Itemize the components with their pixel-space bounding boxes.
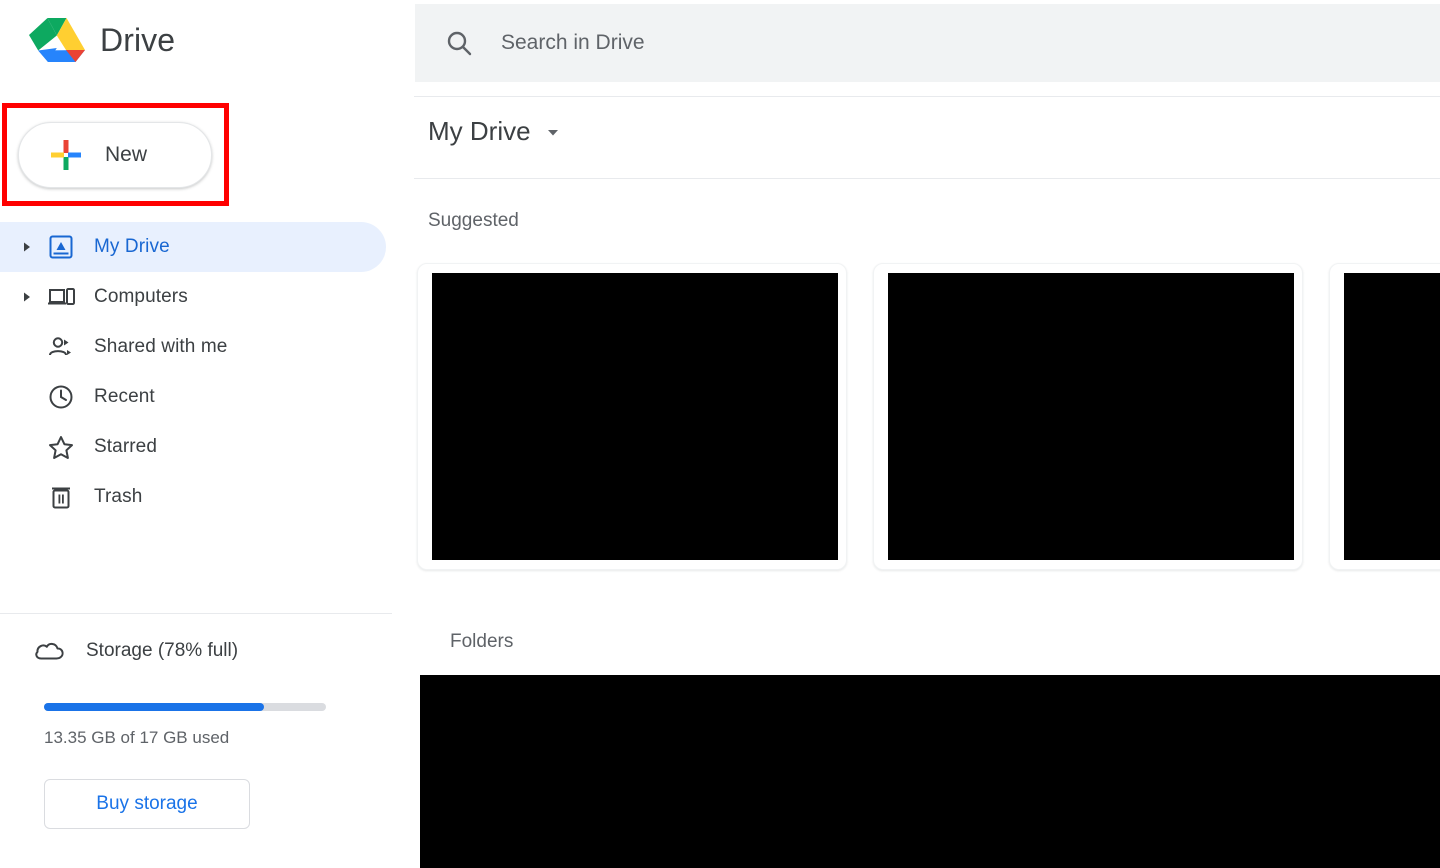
folders-content-area[interactable] — [420, 675, 1440, 868]
sidebar-item-label: Computers — [94, 286, 188, 307]
file-thumbnail — [888, 273, 1294, 560]
star-icon — [38, 434, 84, 460]
suggested-file-card[interactable] — [417, 263, 847, 570]
sidebar-item-label: Recent — [94, 386, 155, 407]
storage-used-text: 13.35 GB of 17 GB used — [44, 728, 230, 747]
my-drive-icon — [38, 234, 84, 260]
expand-triangle-icon[interactable] — [16, 241, 38, 253]
buy-storage-button[interactable]: Buy storage — [44, 779, 250, 829]
storage-label: Storage (78% full) — [86, 640, 239, 661]
brand-title: Drive — [100, 21, 176, 58]
sidebar-item-label: Shared with me — [94, 336, 228, 357]
sidebar-item-label: Trash — [94, 486, 143, 507]
sidebar-nav: My Drive Computers Shared with me Recent… — [0, 222, 414, 522]
chevron-down-icon[interactable] — [545, 124, 561, 140]
clock-icon — [38, 384, 84, 410]
sidebar-divider — [0, 613, 392, 614]
sidebar-item-shared-with-me[interactable]: Shared with me — [0, 322, 414, 372]
search-input[interactable]: Search in Drive — [501, 31, 645, 55]
search-icon[interactable] — [445, 29, 473, 57]
suggested-section-label: Suggested — [428, 210, 519, 231]
sidebar-item-label: Starred — [94, 436, 158, 457]
breadcrumb[interactable]: My Drive — [428, 116, 561, 147]
breadcrumb-title[interactable]: My Drive — [428, 116, 531, 147]
sidebar-item-starred[interactable]: Starred — [0, 422, 414, 472]
sidebar-item-label: My Drive — [94, 236, 170, 257]
google-drive-logo-icon — [28, 14, 86, 66]
shared-with-me-icon — [38, 334, 84, 360]
breadcrumb-divider — [414, 178, 1440, 179]
storage-progress-bar — [44, 703, 326, 711]
search-bar[interactable]: Search in Drive — [415, 4, 1440, 82]
suggested-card-strip — [417, 263, 1440, 570]
storage-section-header[interactable]: Storage (78% full) — [16, 638, 238, 664]
sidebar-item-computers[interactable]: Computers — [0, 272, 414, 322]
suggested-file-card[interactable] — [873, 263, 1303, 570]
file-thumbnail — [432, 273, 838, 560]
expand-triangle-icon[interactable] — [16, 291, 38, 303]
cloud-icon — [16, 638, 84, 664]
main-content: Search in Drive My Drive Suggested Folde… — [414, 0, 1440, 868]
sidebar-item-trash[interactable]: Trash — [0, 472, 414, 522]
file-thumbnail — [1344, 273, 1440, 560]
brand[interactable]: Drive — [28, 14, 175, 66]
google-drive-window: Drive New My Drive Computers Shared with… — [0, 0, 1440, 868]
computers-icon — [38, 284, 84, 310]
new-button-highlight — [2, 103, 229, 206]
sidebar-item-my-drive[interactable]: My Drive — [0, 222, 386, 272]
sidebar: Drive New My Drive Computers Shared with… — [0, 0, 414, 868]
trash-icon — [38, 484, 84, 510]
buy-storage-label: Buy storage — [96, 793, 198, 814]
sidebar-item-recent[interactable]: Recent — [0, 372, 414, 422]
folders-section-label: Folders — [450, 631, 514, 652]
header-divider — [414, 96, 1440, 97]
suggested-file-card[interactable] — [1329, 263, 1440, 570]
storage-progress-fill — [44, 703, 264, 711]
